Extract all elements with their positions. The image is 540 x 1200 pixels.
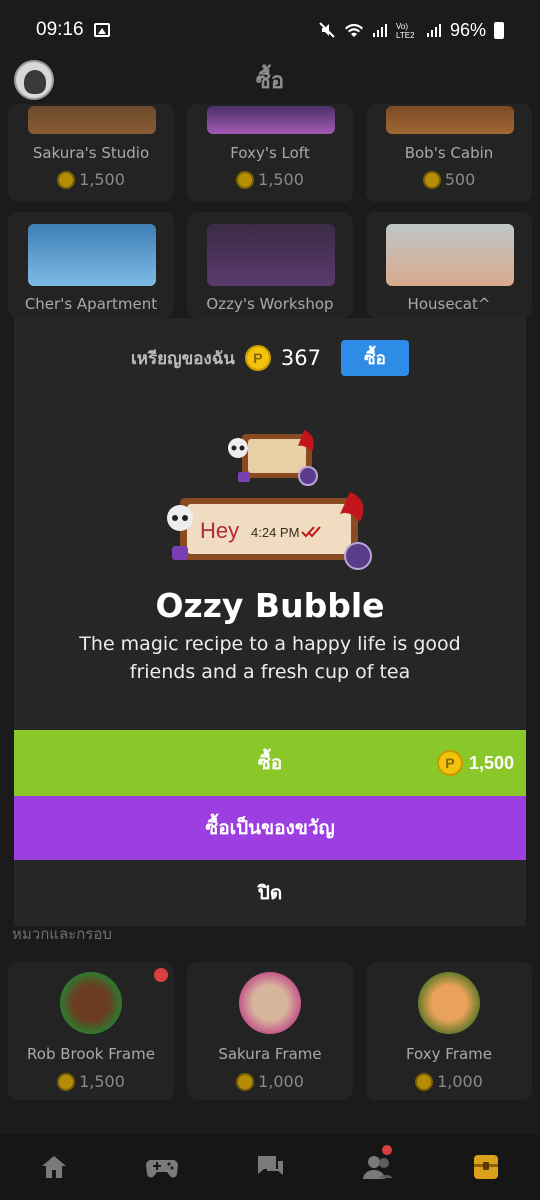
price-row: 1,500 xyxy=(8,170,174,189)
shop-card-housecat[interactable]: Housecat^ xyxy=(366,212,532,318)
coin-balance-row: เหรียญของฉัน P 367 ซื้อ xyxy=(14,340,526,376)
coin-icon xyxy=(415,1072,434,1091)
top-bar: ซื้อ xyxy=(0,60,540,100)
price-row: 500 xyxy=(366,170,532,189)
shop-card-cher-apartment[interactable]: Cher's Apartment xyxy=(8,212,174,318)
page-title: ซื้อ xyxy=(255,68,285,94)
coin-balance-value: 367 xyxy=(280,346,322,370)
card-name: Sakura Frame xyxy=(218,1045,322,1063)
frame-thumbnail xyxy=(60,972,122,1034)
purchase-modal: เหรียญของฉัน P 367 ซื้อ Hey 4:24 PM Ozzy… xyxy=(14,318,526,926)
friends-icon xyxy=(363,1156,393,1179)
card-price: 500 xyxy=(444,170,476,189)
room-thumbnail xyxy=(207,224,335,286)
shop-card-sakura-frame[interactable]: Sakura Frame 1,000 xyxy=(187,962,353,1100)
wifi-icon xyxy=(344,23,363,37)
coin-icon xyxy=(57,1072,76,1091)
nav-shop[interactable] xyxy=(456,1137,516,1197)
price-row: 1,500 xyxy=(187,170,353,189)
card-name: Cher's Apartment xyxy=(24,295,158,313)
battery-percent: 96% xyxy=(449,19,486,40)
card-name: Housecat^ xyxy=(407,295,491,313)
room-thumbnail xyxy=(386,106,514,134)
price-row: 1,500 xyxy=(8,1072,174,1091)
card-name: Bob's Cabin xyxy=(404,144,494,162)
status-time: 09:16 xyxy=(36,19,84,40)
product-description: The magic recipe to a happy life is good… xyxy=(79,633,461,683)
nav-home[interactable] xyxy=(24,1137,84,1197)
nav-friends[interactable] xyxy=(348,1137,408,1197)
large-bubble-preview: Hey 4:24 PM xyxy=(167,492,372,570)
status-bar: 09:16 Vo) LTE2 96% xyxy=(0,0,540,60)
gamepad-icon xyxy=(146,1160,178,1178)
coin-icon: P xyxy=(244,345,271,371)
gallery-notification-icon xyxy=(93,23,110,37)
room-thumbnail xyxy=(386,224,514,286)
volte-icon: Vo)LTE2 xyxy=(396,22,415,39)
coin-icon xyxy=(236,170,255,189)
coin-balance-label: เหรียญของฉัน xyxy=(130,348,235,369)
buy-button-label: ซื้อ xyxy=(257,752,283,774)
signal-icon-2 xyxy=(426,24,441,37)
card-name: Sakura's Studio xyxy=(32,144,150,162)
card-price: 1,000 xyxy=(258,1072,304,1091)
buy-price-value: 1,500 xyxy=(468,752,514,773)
svg-text:LTE2: LTE2 xyxy=(396,31,415,39)
new-item-badge xyxy=(154,968,168,982)
small-bubble-preview xyxy=(228,430,318,486)
room-thumbnail xyxy=(28,106,156,134)
card-price: 1,500 xyxy=(79,1072,125,1091)
signal-icon xyxy=(372,24,387,37)
card-price: 1,000 xyxy=(437,1072,483,1091)
shop-card-bob-cabin[interactable]: Bob's Cabin 500 xyxy=(366,104,532,202)
profile-avatar[interactable] xyxy=(14,60,54,100)
card-price: 1,500 xyxy=(258,170,304,189)
room-thumbnail xyxy=(207,106,335,134)
bottom-nav xyxy=(0,1134,540,1200)
price-row: 1,000 xyxy=(187,1072,353,1091)
coin-icon xyxy=(57,170,76,189)
notification-badge xyxy=(382,1145,392,1155)
home-icon xyxy=(42,1156,66,1178)
mute-icon xyxy=(319,22,335,38)
frame-thumbnail xyxy=(418,972,480,1034)
frame-thumbnail xyxy=(239,972,301,1034)
price-row: 1,000 xyxy=(366,1072,532,1091)
shop-card-ozzy-workshop[interactable]: Ozzy's Workshop xyxy=(187,212,353,318)
shop-card-foxy-frame[interactable]: Foxy Frame 1,000 xyxy=(366,962,532,1100)
card-name: Rob Brook Frame xyxy=(27,1045,155,1063)
preview-message: Hey xyxy=(200,518,239,543)
buy-coins-button[interactable]: ซื้อ xyxy=(341,340,410,376)
svg-text:Vo): Vo) xyxy=(396,22,408,31)
nav-chat[interactable] xyxy=(240,1137,300,1197)
card-name: Ozzy's Workshop xyxy=(206,295,334,313)
room-thumbnail xyxy=(28,224,156,286)
product-name: Ozzy Bubble xyxy=(155,586,385,625)
bubble-preview: Hey 4:24 PM xyxy=(167,430,372,570)
buy-price: P 1,500 xyxy=(436,730,514,796)
shop-card-sakura-studio[interactable]: Sakura's Studio 1,500 xyxy=(8,104,174,202)
card-price: 1,500 xyxy=(79,170,125,189)
buy-as-gift-button[interactable]: ซื้อเป็นของขวัญ xyxy=(14,796,526,860)
battery-icon xyxy=(494,21,504,39)
close-button[interactable]: ปิด xyxy=(14,860,526,926)
card-name: Foxy's Loft xyxy=(230,144,310,162)
coin-icon: P xyxy=(436,750,463,776)
chat-icon xyxy=(258,1156,283,1175)
coin-icon xyxy=(422,170,441,189)
shop-icon xyxy=(474,1155,498,1179)
card-name: Foxy Frame xyxy=(405,1045,493,1063)
buy-button[interactable]: ซื้อ P 1,500 xyxy=(14,730,526,796)
preview-time: 4:24 PM xyxy=(251,525,299,540)
nav-games[interactable] xyxy=(132,1137,192,1197)
shop-card-rob-brook-frame[interactable]: Rob Brook Frame 1,500 xyxy=(8,962,174,1100)
shop-card-foxy-loft[interactable]: Foxy's Loft 1,500 xyxy=(187,104,353,202)
coin-icon xyxy=(236,1072,255,1091)
